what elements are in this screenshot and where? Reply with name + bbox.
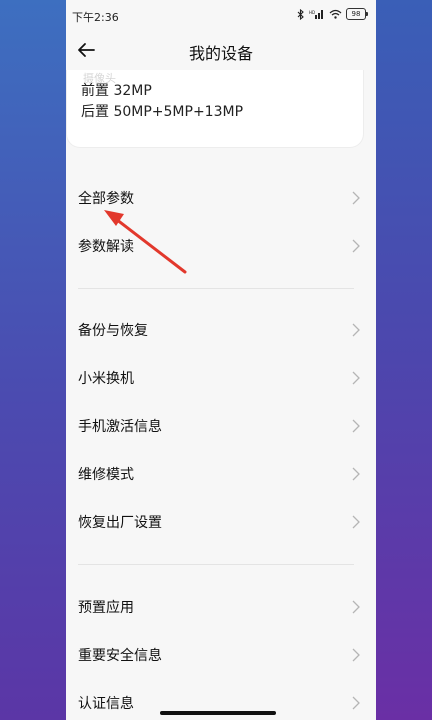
wifi-icon — [329, 9, 342, 19]
chevron-right-icon — [352, 600, 360, 614]
signal-icon: HD — [309, 10, 323, 19]
list-item-mi-mover[interactable]: 小米换机 — [66, 354, 376, 402]
list-item-label: 全部参数 — [78, 191, 134, 207]
front-camera-spec: 前置 32MP — [81, 83, 152, 99]
page-title: 我的设备 — [188, 44, 253, 63]
chevron-right-icon — [352, 191, 360, 205]
camera-card: 摄像头 前置 32MP 后置 50MP+5MP+13MP — [66, 70, 364, 148]
svg-text:HD: HD — [309, 10, 315, 15]
list-item-label: 认证信息 — [78, 696, 134, 712]
rear-camera-spec: 后置 50MP+5MP+13MP — [81, 104, 244, 120]
list-item-label: 预置应用 — [78, 600, 134, 616]
list-item-label: 重要安全信息 — [78, 648, 162, 664]
home-indicator[interactable] — [160, 711, 276, 715]
chevron-right-icon — [352, 467, 360, 481]
bluetooth-icon — [297, 8, 304, 20]
section-divider — [78, 564, 354, 565]
list-item-label: 小米换机 — [78, 371, 134, 387]
status-time: 下午2:36 — [72, 11, 119, 24]
list-item-repair-mode[interactable]: 维修模式 — [66, 450, 376, 498]
chevron-right-icon — [352, 419, 360, 433]
list-item-label: 备份与恢复 — [78, 323, 148, 339]
status-icons: HD 98 — [297, 8, 368, 20]
list-item-preinstalled-apps[interactable]: 预置应用 — [66, 583, 376, 631]
list-item-param-interpretation[interactable]: 参数解读 — [66, 222, 376, 270]
background-right — [376, 0, 432, 720]
section-divider — [78, 288, 354, 289]
list-item-all-params[interactable]: 全部参数 — [66, 174, 376, 222]
list-item-factory-reset[interactable]: 恢复出厂设置 — [66, 498, 376, 546]
list-item-label: 恢复出厂设置 — [78, 515, 162, 531]
list-item-activation-info[interactable]: 手机激活信息 — [66, 402, 376, 450]
chevron-right-icon — [352, 648, 360, 662]
chevron-right-icon — [352, 515, 360, 529]
list-item-label: 参数解读 — [78, 239, 134, 255]
chevron-right-icon — [352, 696, 360, 710]
phone-screen: 下午2:36 HD 98 我的设备 摄像头 前置 32MP 后置 50MP+5M… — [66, 0, 376, 720]
list-item-backup-restore[interactable]: 备份与恢复 — [66, 306, 376, 354]
list-item-label: 手机激活信息 — [78, 419, 162, 435]
background-left — [0, 0, 66, 720]
header: 我的设备 — [66, 30, 376, 70]
list-item-safety-info[interactable]: 重要安全信息 — [66, 631, 376, 679]
chevron-right-icon — [352, 323, 360, 337]
chevron-right-icon — [352, 239, 360, 253]
chevron-right-icon — [352, 371, 360, 385]
status-bar: 下午2:36 HD 98 — [66, 0, 376, 30]
list-item-label: 维修模式 — [78, 467, 134, 483]
battery-icon: 98 — [346, 8, 368, 20]
